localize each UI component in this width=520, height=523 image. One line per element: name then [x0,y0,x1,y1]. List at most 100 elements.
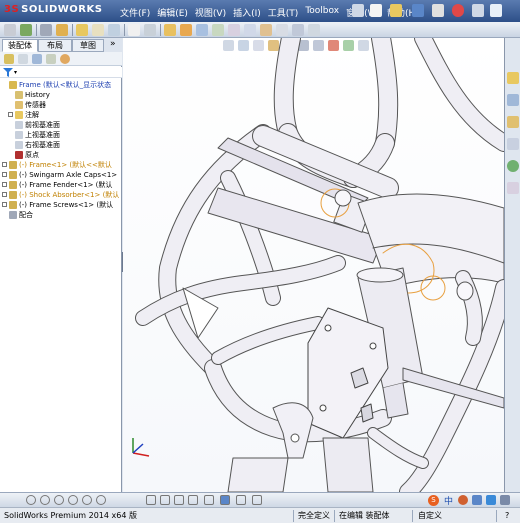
tree-item[interactable]: 配合 [0,210,122,220]
help-button[interactable]: ? [505,508,509,523]
definition-state: 完全定义 [298,511,330,520]
tree-item-label: History [25,91,50,99]
options-icon[interactable] [490,4,502,17]
funnel-icon[interactable] [3,68,13,77]
tab-sketch[interactable]: 草图 [72,39,104,52]
design-library-icon[interactable] [507,94,519,106]
display-manager-icon[interactable] [60,54,70,64]
mate-icon[interactable] [40,24,52,36]
ime-settings-icon[interactable] [486,495,496,505]
filter-dropdown-icon[interactable]: ▾ [14,69,17,76]
pattern-icon[interactable] [188,495,198,505]
hole-series-icon[interactable] [276,24,288,36]
tree-item[interactable]: (-) Frame Screws<1> (默认 [0,200,122,210]
evaluate-icon[interactable] [212,24,224,36]
point-icon[interactable] [26,495,36,505]
configuration-manager-icon[interactable] [32,54,42,64]
expand-toggle-icon[interactable] [2,182,7,187]
linear-pattern-icon[interactable] [308,24,320,36]
expand-toggle-icon[interactable] [2,172,7,177]
features-icon[interactable] [196,24,208,36]
menu-file[interactable]: 文件(F) [120,6,150,19]
smart-fasteners-icon[interactable] [76,24,88,36]
ime-mode-label[interactable]: 中 [444,494,453,507]
solidworks-resources-icon[interactable] [507,72,519,84]
ime-moon-icon[interactable] [458,495,468,505]
tree-item[interactable]: (-) Frame<1> (默认<<默认 [0,160,122,170]
custom-properties-icon[interactable] [507,182,519,194]
traffic-light-icon[interactable] [452,4,464,17]
spline-icon[interactable] [96,495,106,505]
polygon-icon[interactable] [68,495,78,505]
part-icon [9,171,17,179]
new-document-icon[interactable] [370,4,382,17]
tree-item[interactable]: 前视基准面 [0,120,122,130]
circle-icon[interactable] [40,495,50,505]
arc-icon[interactable] [54,495,64,505]
menu-toolbox[interactable]: Toolbox [305,6,339,19]
tree-item[interactable]: (-) Frame Fender<1> (默认 [0,180,122,190]
tab-assembly[interactable]: 装配体 [2,39,38,52]
sketch-icon[interactable] [180,24,192,36]
property-manager-icon[interactable] [18,54,28,64]
reference-geometry-icon[interactable] [128,24,140,36]
expand-toggle-icon[interactable] [2,192,7,197]
view-icon[interactable] [252,495,262,505]
save-icon[interactable] [412,4,424,17]
trim-icon[interactable] [146,495,156,505]
tree-item[interactable]: 传感器 [0,100,122,110]
office-products-icon[interactable] [244,24,256,36]
tree-item[interactable]: (-) Swingarm Axle Caps<1> [0,170,122,180]
tree-item[interactable]: 注解 [0,110,122,120]
fillet-icon[interactable] [204,495,214,505]
expand-toggle-icon[interactable] [2,202,7,207]
feature-manager-icon[interactable] [4,54,14,64]
tree-item[interactable]: 右视基准面 [0,140,122,150]
expand-toggle-icon[interactable] [8,112,13,117]
offset-icon[interactable] [160,495,170,505]
smart-parts-icon[interactable] [260,24,272,36]
tree-item[interactable]: 原点 [0,150,122,160]
bom-icon[interactable] [108,24,120,36]
dimxpert-manager-icon[interactable] [46,54,56,64]
tree-item[interactable]: 上视基准面 [0,130,122,140]
tab-layout[interactable]: 布局 [38,39,72,52]
history-icon [15,91,23,99]
print-icon[interactable] [432,4,444,17]
expand-tabs-button[interactable]: » [110,39,116,49]
explode-view-icon[interactable] [92,24,104,36]
tree-item[interactable]: (-) Shock Absorber<1> (默认 [0,190,122,200]
ime-tools-icon[interactable] [500,495,510,505]
sogou-ime-icon[interactable]: S [428,495,439,506]
mirror-icon[interactable] [174,495,184,505]
display-shaded-icon[interactable] [220,495,230,505]
dimxpert-icon[interactable] [228,24,240,36]
menu-view[interactable]: 视图(V) [195,6,226,19]
ime-keyboard-icon[interactable] [472,495,482,505]
instant3d-icon[interactable] [164,24,176,36]
section-icon[interactable] [236,495,246,505]
units-system[interactable]: 自定义 [418,508,442,523]
appearances-icon[interactable] [507,160,519,172]
view-palette-icon[interactable] [507,138,519,150]
file-explorer-icon[interactable] [507,116,519,128]
select-icon[interactable] [472,4,484,17]
part-icon [9,181,17,189]
move-component-icon[interactable] [56,24,68,36]
tree-item[interactable]: Frame (默认<默认_显示状态 [0,80,122,90]
graphics-area[interactable] [123,38,504,492]
open-folder-icon[interactable] [390,4,402,17]
toolbox-icon[interactable] [292,24,304,36]
tree-item[interactable]: History [0,90,122,100]
new-motion-study-icon[interactable] [144,24,156,36]
menu-edit[interactable]: 编辑(E) [157,6,188,19]
menu-tools[interactable]: 工具(T) [268,6,299,19]
insert-component-icon[interactable] [20,24,32,36]
expand-toggle-icon[interactable] [2,162,7,167]
solidworks-logo[interactable]: 3S SOLIDWORKS [4,4,102,15]
assembly-tool-icon[interactable] [4,24,16,36]
plane-icon [15,121,23,129]
ellipse-icon[interactable] [82,495,92,505]
menu-insert[interactable]: 插入(I) [233,6,261,19]
pin-icon[interactable] [352,4,364,17]
